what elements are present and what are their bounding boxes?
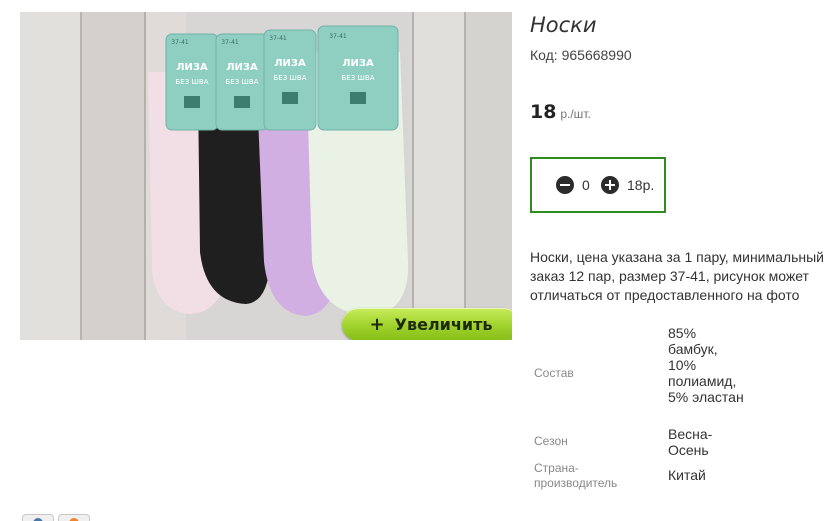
quantity-value: 0 (582, 177, 590, 193)
product-code: Код: 965668990 (530, 47, 632, 63)
label-brand-3: ЛИЗА (274, 58, 306, 69)
quantity-sum: 18р. (627, 177, 655, 193)
spec-country-value: Китай (668, 467, 706, 483)
minus-circle-icon[interactable] (556, 176, 574, 194)
label-brand-1: ЛИЗА (176, 62, 208, 73)
spec-country-label: Страна-производитель (534, 461, 618, 490)
label-size-2: 37-41 (221, 39, 239, 46)
product-photo[interactable]: ЛИЗА ЛИЗА ЛИЗА ЛИЗА БЕЗ ШВА БЕЗ ШВА БЕЗ … (20, 12, 512, 340)
label-seamless-4: БЕЗ ШВА (341, 74, 374, 82)
price-unit: р./шт. (560, 107, 591, 121)
label-size-3: 37-41 (269, 35, 287, 42)
price-value: 18 (530, 101, 557, 123)
label-seamless-1: БЕЗ ШВА (175, 78, 208, 86)
socks-illustration: ЛИЗА ЛИЗА ЛИЗА ЛИЗА БЕЗ ШВА БЕЗ ШВА БЕЗ … (20, 12, 512, 340)
zoom-plus-icon: + (369, 313, 385, 335)
label-size-4: 37-41 (329, 33, 347, 40)
quantity-stepper: 0 18р. (530, 157, 666, 213)
product-price: 18 р./шт. (530, 101, 591, 123)
label-brand-4: ЛИЗА (342, 58, 374, 69)
zoom-button[interactable]: + Увеличить (342, 308, 512, 340)
product-title: Носки (530, 13, 597, 37)
label-seamless-2: БЕЗ ШВА (225, 78, 258, 86)
plus-circle-icon[interactable] (601, 176, 619, 194)
spec-season-label: Сезон (534, 434, 568, 448)
ok-share-button[interactable] (58, 514, 90, 521)
label-brand-2: ЛИЗА (226, 62, 258, 73)
label-seamless-3: БЕЗ ШВА (273, 74, 306, 82)
vk-share-button[interactable] (22, 514, 54, 521)
spec-season-value: Весна-Осень (668, 426, 713, 458)
zoom-button-label: Увеличить (394, 315, 493, 334)
product-page: ЛИЗА ЛИЗА ЛИЗА ЛИЗА БЕЗ ШВА БЕЗ ШВА БЕЗ … (0, 0, 839, 521)
label-size-1: 37-41 (171, 39, 189, 46)
product-description: Носки, цена указана за 1 пару, минимальн… (530, 249, 824, 303)
spec-composition-value: 85% бамбук, 10% полиамид, 5% эластан (668, 325, 744, 405)
spec-composition-label: Состав (534, 366, 574, 380)
